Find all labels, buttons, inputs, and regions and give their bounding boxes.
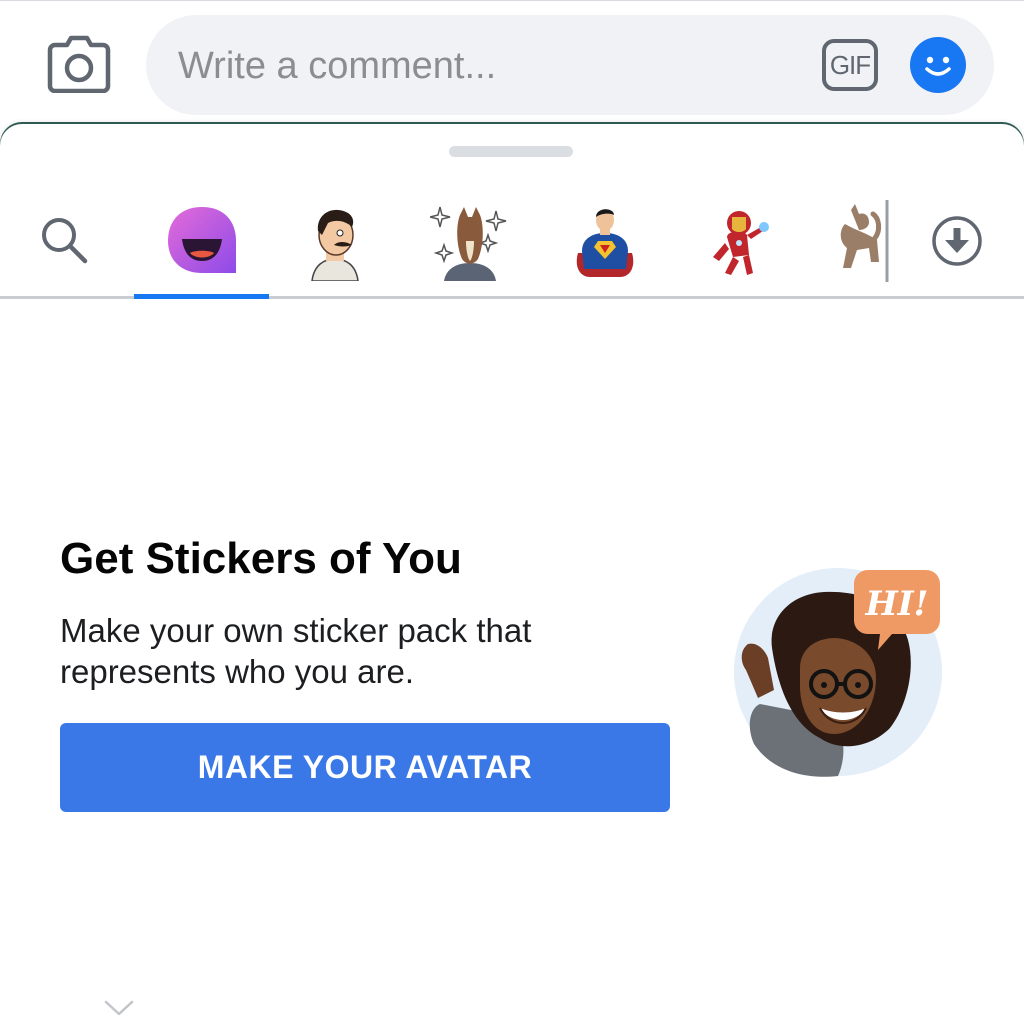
sticker-sheet: Get Stickers of You Make your own sticke… [0, 124, 1024, 1019]
tab-horse-stickers[interactable] [420, 186, 520, 296]
promo-title: Get Stickers of You [60, 534, 462, 583]
gif-label: GIF [829, 49, 871, 80]
horse-sticker-icon [430, 206, 507, 281]
camera-icon [47, 35, 111, 93]
tab-cat-stickers[interactable] [825, 186, 893, 296]
speech-bubble-text: HI! [865, 584, 929, 624]
promo-description: Make your own sticker pack that represen… [60, 612, 532, 690]
mustache-man-sticker-icon [311, 209, 359, 281]
emoji-button[interactable] [910, 37, 966, 93]
tab-superhero-stickers[interactable] [560, 186, 650, 296]
avatar-sticker-pack-icon [167, 207, 236, 273]
sticker-picker-screen: GIF [0, 0, 1024, 1019]
sheet-drag-handle[interactable] [449, 146, 573, 157]
camera-button[interactable] [44, 31, 114, 97]
selected-tab-indicator [134, 294, 269, 299]
emoji-smile-icon [925, 56, 951, 76]
tab-search[interactable] [20, 186, 110, 296]
tab-ironman-stickers[interactable] [695, 186, 780, 296]
sticker-tab-bar [0, 186, 1024, 296]
tab-avatar-stickers[interactable] [134, 186, 269, 296]
tab-mustache-man-stickers[interactable] [290, 186, 380, 296]
make-avatar-button[interactable]: MAKE YOUR AVATAR [60, 723, 670, 812]
download-icon [932, 216, 982, 266]
comment-input-container: GIF [146, 15, 994, 115]
superhero-sticker-icon [576, 209, 634, 277]
avatar-illustration: HI! [734, 568, 942, 777]
gif-button[interactable]: GIF [822, 39, 878, 91]
comment-input[interactable] [176, 37, 780, 95]
comment-composer: GIF [0, 0, 1024, 129]
tab-sticker-store[interactable] [920, 186, 994, 296]
ironman-sticker-icon [712, 211, 769, 275]
search-icon [42, 218, 88, 264]
cat-sticker-icon [840, 200, 889, 282]
chevron-down-icon[interactable] [104, 1000, 134, 1016]
